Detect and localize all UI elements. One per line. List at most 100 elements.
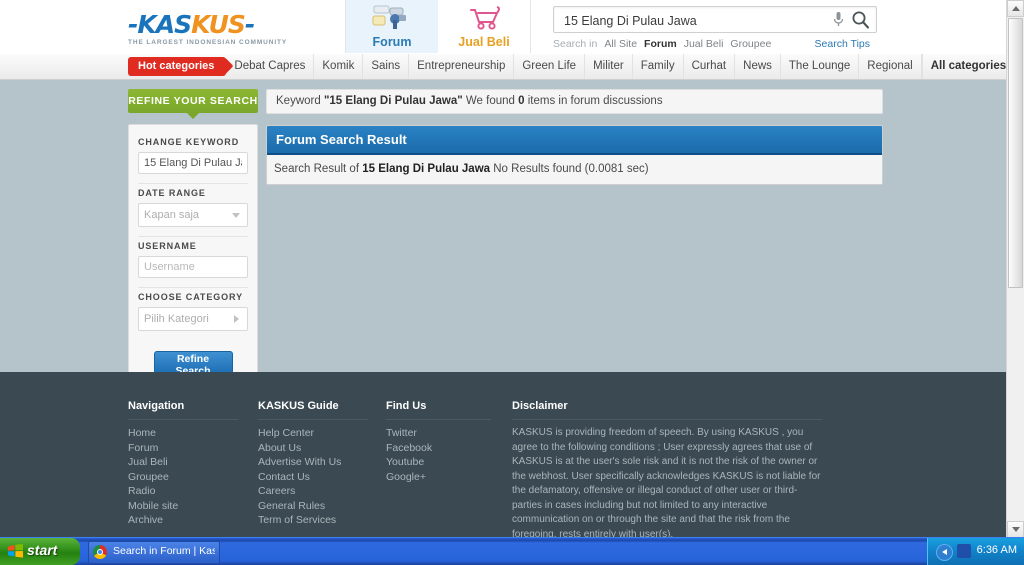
nav-hot-categories[interactable]: Hot categories bbox=[128, 57, 227, 76]
magnifier-icon[interactable] bbox=[851, 10, 870, 34]
start-button-label: start bbox=[27, 542, 58, 558]
tab-forum-label: Forum bbox=[372, 35, 412, 49]
footer-link-facebook[interactable]: Facebook bbox=[386, 441, 491, 456]
nav-all-categories-label: All categories bbox=[930, 60, 1006, 72]
logo-kas: KAS bbox=[137, 10, 192, 39]
footer-link-groupee[interactable]: Groupee bbox=[128, 470, 238, 485]
chrome-icon bbox=[93, 545, 107, 559]
taskbar-window-chrome[interactable]: Search in Forum | Kas… bbox=[88, 541, 220, 564]
forum-search-result-panel: Forum Search Result Search Result of 15 … bbox=[266, 125, 883, 185]
search-box[interactable] bbox=[553, 6, 877, 34]
category-select[interactable]: Pilih Kategori bbox=[138, 307, 248, 331]
field-username: USERNAME bbox=[138, 237, 248, 288]
footer-link-forum[interactable]: Forum bbox=[128, 441, 238, 456]
footer-disclaimer-text: KASKUS is providing freedom of speech. B… bbox=[512, 427, 821, 538]
nav-item-regional[interactable]: Regional bbox=[859, 54, 922, 79]
vertical-scrollbar[interactable] bbox=[1006, 0, 1024, 538]
footer-link-mobile-site[interactable]: Mobile site bbox=[128, 499, 238, 514]
nav-item-green-life[interactable]: Green Life bbox=[514, 54, 586, 79]
keyword-middle: We found bbox=[465, 95, 515, 107]
nav-item-entrepreneurship[interactable]: Entrepreneurship bbox=[409, 54, 515, 79]
category-nav: Hot categories Debat Capres Komik Sains Entr… bbox=[0, 54, 1006, 80]
footer-guide-title: KASKUS Guide bbox=[258, 400, 368, 420]
footer-link-youtube[interactable]: Youtube bbox=[386, 455, 491, 470]
keyword-prefix: Keyword bbox=[276, 95, 321, 107]
scope-forum[interactable]: Forum bbox=[644, 38, 677, 50]
scroll-up-button[interactable] bbox=[1007, 0, 1024, 17]
logo-dash-left: - bbox=[128, 10, 138, 39]
windows-taskbar: start Search in Forum | Kas… 6:36 AM bbox=[0, 537, 1024, 565]
footer-column-find-us: Find Us Twitter Facebook Youtube Google+ bbox=[386, 400, 491, 484]
username-input[interactable] bbox=[138, 256, 248, 278]
footer-column-navigation: Navigation Home Forum Jual Beli Groupee … bbox=[128, 400, 238, 528]
taskbar-window-title: Search in Forum | Kas… bbox=[113, 545, 215, 557]
system-tray: 6:36 AM bbox=[927, 538, 1024, 565]
result-panel-body: Search Result of 15 Elang Di Pulau Jawa … bbox=[267, 155, 882, 184]
windows-flag-icon bbox=[8, 544, 23, 558]
footer-link-careers[interactable]: Careers bbox=[258, 484, 368, 499]
refine-form: CHANGE KEYWORD DATE RANGE Kapan saja USE… bbox=[128, 124, 258, 385]
footer-column-disclaimer: Disclaimer KASKUS is providing freedom o… bbox=[512, 400, 822, 538]
microphone-icon[interactable] bbox=[833, 11, 844, 33]
nav-item-family[interactable]: Family bbox=[633, 54, 684, 79]
footer-disclaimer-title: Disclaimer bbox=[512, 400, 822, 420]
scope-groupee[interactable]: Groupee bbox=[730, 38, 771, 50]
refine-search-button[interactable]: Refine Search bbox=[153, 351, 233, 377]
nav-item-sains[interactable]: Sains bbox=[363, 54, 410, 79]
footer-link-archive[interactable]: Archive bbox=[128, 513, 238, 528]
main-content: Keyword "15 Elang Di Pulau Jawa" We foun… bbox=[266, 89, 883, 185]
footer-find-us-title: Find Us bbox=[386, 400, 491, 420]
footer-link-general-rules[interactable]: General Rules bbox=[258, 499, 368, 514]
tab-jual-beli-label: Jual Beli bbox=[458, 35, 510, 49]
footer-link-about-us[interactable]: About Us bbox=[258, 441, 368, 456]
scope-jual-beli[interactable]: Jual Beli bbox=[684, 38, 724, 50]
nav-all-categories[interactable]: All categories bbox=[921, 54, 1006, 79]
tab-jual-beli[interactable]: Jual Beli bbox=[438, 0, 531, 53]
nav-item-news[interactable]: News bbox=[735, 54, 781, 79]
show-hidden-icons-button[interactable] bbox=[936, 544, 953, 561]
label-date-range: DATE RANGE bbox=[138, 188, 206, 198]
footer-link-twitter[interactable]: Twitter bbox=[386, 426, 491, 441]
footer-link-home[interactable]: Home bbox=[128, 426, 238, 441]
footer-column-kaskus-guide: KASKUS Guide Help Center About Us Advert… bbox=[258, 400, 368, 528]
scroll-down-button[interactable] bbox=[1007, 521, 1024, 538]
keyword-input[interactable] bbox=[138, 152, 248, 174]
date-range-select[interactable]: Kapan saja bbox=[138, 203, 248, 227]
start-button[interactable]: start bbox=[0, 538, 80, 565]
nav-item-curhat[interactable]: Curhat bbox=[684, 54, 736, 79]
taskbar-clock[interactable]: 6:36 AM bbox=[977, 544, 1017, 556]
label-username: USERNAME bbox=[138, 241, 197, 251]
category-nav-items: Hot categories Debat Capres Komik Sains Entr… bbox=[128, 54, 1006, 79]
footer-link-advertise-with-us[interactable]: Advertise With Us bbox=[258, 455, 368, 470]
result-prefix: Search Result of bbox=[274, 163, 360, 175]
kaskus-logo[interactable]: -KASKUS- THE LARGEST INDONESIAN COMMUNIT… bbox=[128, 12, 286, 46]
footer-link-help-center[interactable]: Help Center bbox=[258, 426, 368, 441]
nav-item-the-lounge[interactable]: The Lounge bbox=[781, 54, 860, 79]
nav-item-komik[interactable]: Komik bbox=[314, 54, 364, 79]
footer-link-radio[interactable]: Radio bbox=[128, 484, 238, 499]
pointer-arrow-icon bbox=[187, 113, 199, 119]
search-scope-bar: Search in All Site Forum Jual Beli Groupee S… bbox=[553, 38, 883, 52]
result-suffix: No Results found (0.0081 sec) bbox=[493, 163, 649, 175]
nav-item-militer[interactable]: Militer bbox=[585, 54, 633, 79]
chevron-up-icon bbox=[1011, 6, 1020, 11]
footer-link-google-plus[interactable]: Google+ bbox=[386, 470, 491, 485]
tray-icon[interactable] bbox=[957, 544, 971, 558]
search-tips-link[interactable]: Search Tips bbox=[815, 38, 870, 50]
tab-forum[interactable]: Forum bbox=[345, 0, 439, 53]
search-input[interactable] bbox=[562, 7, 831, 34]
footer-link-term-of-services[interactable]: Term of Services bbox=[258, 513, 368, 528]
scrollbar-thumb[interactable] bbox=[1008, 18, 1023, 288]
footer-link-jual-beli[interactable]: Jual Beli bbox=[128, 455, 238, 470]
nav-item-debat-capres[interactable]: Debat Capres bbox=[226, 54, 315, 79]
field-change-keyword: CHANGE KEYWORD bbox=[138, 133, 248, 184]
scope-all-site[interactable]: All Site bbox=[604, 38, 637, 50]
field-choose-category: CHOOSE CATEGORY Pilih Kategori bbox=[138, 288, 248, 340]
footer-link-contact-us[interactable]: Contact Us bbox=[258, 470, 368, 485]
footer-navigation-title: Navigation bbox=[128, 400, 238, 420]
keyword-quoted: "15 Elang Di Pulau Jawa" bbox=[323, 95, 463, 107]
keyword-count: 0 bbox=[518, 95, 525, 107]
search-area: Search in All Site Forum Jual Beli Groupee S… bbox=[553, 6, 883, 52]
refine-sidebar-title-label: REFINE YOUR SEARCH bbox=[128, 95, 258, 107]
logo-wordmark: -KASKUS- bbox=[128, 12, 283, 37]
